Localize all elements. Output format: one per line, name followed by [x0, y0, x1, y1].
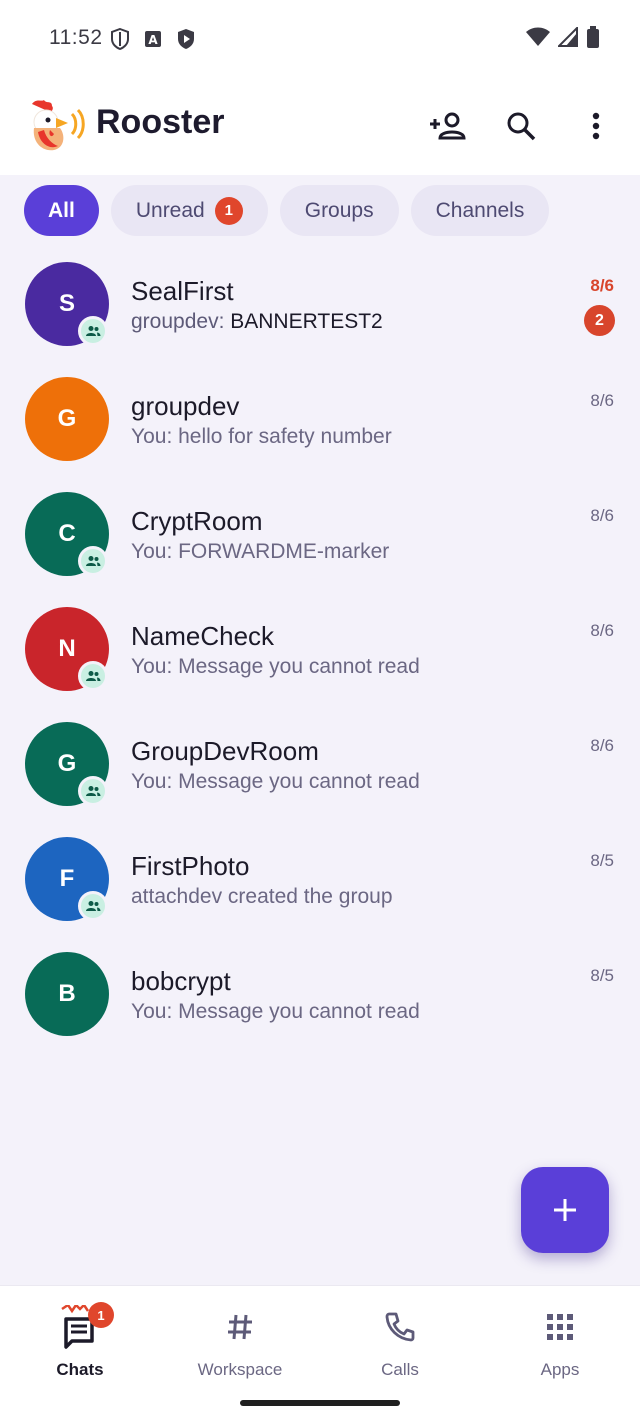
more-options-button[interactable] [576, 106, 616, 146]
grid-icon [547, 1314, 573, 1340]
more-vertical-icon [592, 112, 600, 140]
chat-name: groupdev [131, 391, 240, 421]
group-icon [86, 786, 101, 796]
group-icon [86, 671, 101, 681]
rooster-logo-icon [24, 98, 86, 154]
app-bar: Rooster [0, 76, 640, 175]
status-bar: 11:52 A [0, 0, 640, 76]
filter-unread-chip[interactable]: Unread 1 [110, 185, 268, 236]
nav-workspace-label: Workspace [197, 1360, 283, 1379]
avatar: B [25, 952, 109, 1036]
chat-name: bobcrypt [131, 966, 231, 996]
filter-channels-label: Channels [435, 198, 525, 222]
chat-preview: You: Message you cannot read [131, 655, 420, 678]
search-icon [507, 112, 536, 141]
unread-badge: 2 [584, 305, 615, 336]
chat-date: 8/6 [590, 621, 614, 640]
add-contact-button[interactable] [427, 106, 467, 146]
svg-text:A: A [148, 33, 158, 47]
chat-name: FirstPhoto [131, 851, 250, 881]
calls-nav-icon [385, 1304, 415, 1350]
group-badge [78, 891, 108, 921]
apps-nav-icon [547, 1304, 573, 1350]
chat-name: CryptRoom [131, 506, 263, 536]
filter-groups-chip[interactable]: Groups [279, 185, 399, 236]
chat-date: 8/6 [590, 391, 614, 410]
chat-preview: You: FORWARDME-marker [131, 540, 390, 563]
chat-name: SealFirst [131, 276, 234, 306]
chat-row[interactable]: F FirstPhoto attachdev created the group… [0, 822, 640, 937]
play-protect-icon [176, 28, 196, 55]
nav-calls-label: Calls [381, 1360, 419, 1379]
vpn-shield-icon [110, 27, 130, 55]
nav-calls[interactable]: Calls [320, 1304, 480, 1394]
add-person-icon [430, 112, 466, 140]
new-chat-fab[interactable] [521, 1167, 609, 1253]
chat-preview: attachdev created the group [131, 885, 393, 908]
filter-unread-label: Unread [135, 198, 205, 222]
chat-preview: groupdev: BANNERTEST2 [131, 310, 383, 334]
group-icon [86, 326, 101, 336]
chats-badge: 1 [88, 1302, 114, 1328]
nav-workspace[interactable]: Workspace [160, 1304, 320, 1394]
filter-all-label: All [48, 198, 75, 222]
filter-all-chip[interactable]: All [24, 185, 99, 236]
chat-date: 8/5 [590, 851, 614, 870]
nav-apps-label: Apps [540, 1360, 580, 1379]
preview-sender: groupdev: [131, 310, 225, 333]
chat-date: 8/6 [590, 736, 614, 755]
chat-preview: You: hello for safety number [131, 425, 392, 448]
chat-row[interactable]: C CryptRoom You: FORWARDME-marker 8/6 [0, 477, 640, 592]
group-badge [78, 316, 108, 346]
chat-row[interactable]: G groupdev You: hello for safety number … [0, 362, 640, 477]
chat-row[interactable]: N NameCheck You: Message you cannot read… [0, 592, 640, 707]
search-button[interactable] [501, 106, 541, 146]
chat-list: S SealFirst groupdev: BANNERTEST2 8/6 2 … [0, 247, 640, 1052]
workspace-nav-icon [226, 1304, 254, 1350]
chat-date: 8/6 [590, 276, 614, 295]
group-badge [78, 661, 108, 691]
filter-groups-label: Groups [304, 198, 374, 222]
chat-row[interactable]: S SealFirst groupdev: BANNERTEST2 8/6 2 [0, 247, 640, 362]
chats-nav-icon: 1 [60, 1302, 114, 1350]
status-time: 11:52 [49, 26, 103, 49]
keyboard-a-icon: A [144, 30, 162, 53]
app-title: Rooster [96, 103, 225, 141]
filter-chips: All Unread 1 Groups Channels [24, 185, 550, 236]
group-icon [86, 556, 101, 566]
chat-preview: You: Message you cannot read [131, 770, 420, 793]
chat-date: 8/6 [590, 506, 614, 525]
filter-channels-chip[interactable]: Channels [410, 185, 550, 236]
chat-preview: You: Message you cannot read [131, 1000, 420, 1023]
unread-count-badge: 1 [214, 196, 243, 225]
group-badge [78, 546, 108, 576]
chat-date: 8/5 [590, 966, 614, 985]
group-icon [86, 901, 101, 911]
chat-row[interactable]: G GroupDevRoom You: Message you cannot r… [0, 707, 640, 822]
nav-apps[interactable]: Apps [480, 1304, 640, 1394]
chat-name: GroupDevRoom [131, 736, 319, 766]
nav-chats-label: Chats [56, 1360, 104, 1379]
cellular-signal-icon [556, 25, 578, 52]
battery-icon [586, 26, 600, 53]
nav-chats[interactable]: 1 Chats [0, 1302, 160, 1394]
plus-icon [554, 1199, 576, 1221]
avatar: G [25, 377, 109, 461]
preview-text: BANNERTEST2 [230, 310, 383, 333]
chat-row[interactable]: B bobcrypt You: Message you cannot read … [0, 937, 640, 1052]
wifi-icon [526, 27, 550, 52]
hashtag-icon [228, 1314, 252, 1340]
gesture-handle[interactable] [240, 1400, 400, 1406]
chat-name: NameCheck [131, 621, 275, 651]
group-badge [78, 776, 108, 806]
phone-icon [385, 1312, 415, 1342]
